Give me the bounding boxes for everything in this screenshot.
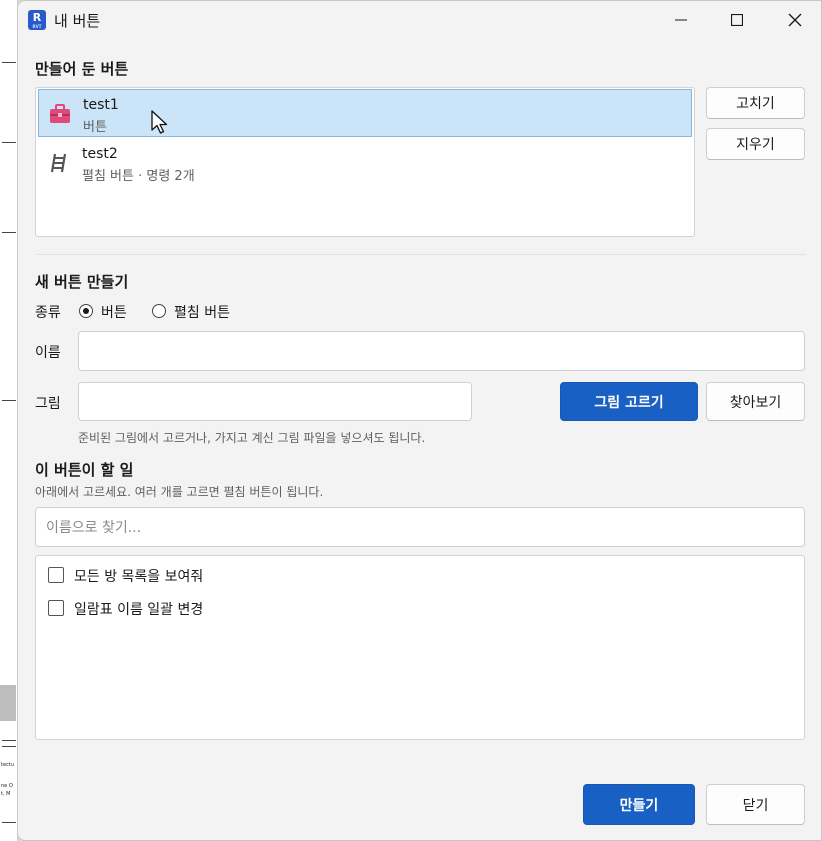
background-line xyxy=(2,746,16,747)
browse-button[interactable]: 찾아보기 xyxy=(706,382,805,421)
background-text: tectu xyxy=(1,762,14,768)
create-button[interactable]: 만들기 xyxy=(583,784,695,825)
my-buttons-dialog: R RVT 내 버튼 만들어 둔 버튼 test1 버튼 test2 펼침 버튼… xyxy=(17,0,822,841)
background-line xyxy=(2,822,16,823)
actions-heading: 이 버튼이 할 일 xyxy=(35,461,134,479)
command-checkbox[interactable] xyxy=(48,600,64,616)
kind-radio-dropdown[interactable] xyxy=(152,304,166,318)
edit-button[interactable]: 고치기 xyxy=(706,87,805,119)
app-icon-sub: RVT xyxy=(32,24,42,29)
command-list[interactable]: 모든 방 목록을 보여줘 일람표 이름 일괄 변경 xyxy=(35,555,805,740)
minimize-button[interactable] xyxy=(656,1,706,39)
mouse-cursor-icon xyxy=(151,110,168,134)
app-icon-letter: R xyxy=(32,11,42,24)
minimize-icon xyxy=(675,19,687,21)
close-icon xyxy=(788,13,802,27)
background-text: ne O xyxy=(1,783,13,789)
saved-buttons-list[interactable]: test1 버튼 test2 펼침 버튼 · 명령 2개 xyxy=(35,87,695,237)
background-window: tectu ne O t, M xyxy=(0,0,18,841)
name-field[interactable] xyxy=(78,331,805,371)
kind-label: 종류 xyxy=(35,305,61,321)
saved-buttons-heading: 만들어 둔 버튼 xyxy=(35,60,129,78)
background-block xyxy=(0,685,16,721)
image-field[interactable] xyxy=(78,382,472,421)
maximize-button[interactable] xyxy=(712,1,762,39)
list-item-subtitle: 펼침 버튼 · 명령 2개 xyxy=(82,169,195,184)
ladder-icon xyxy=(50,153,67,173)
close-dialog-button[interactable]: 닫기 xyxy=(706,784,805,825)
command-checkbox[interactable] xyxy=(48,567,64,583)
pick-image-button[interactable]: 그림 고르기 xyxy=(560,382,698,421)
close-button[interactable] xyxy=(770,1,820,39)
maximize-icon xyxy=(731,14,743,26)
section-divider xyxy=(36,254,806,255)
kind-option-label[interactable]: 펼침 버튼 xyxy=(174,302,230,322)
background-text: t, M xyxy=(1,791,11,797)
delete-button[interactable]: 지우기 xyxy=(706,128,805,160)
list-item-name: test1 xyxy=(83,97,119,113)
background-line xyxy=(2,400,16,401)
revit-app-icon: R RVT xyxy=(28,10,46,30)
command-search-input[interactable]: 이름으로 찾기... xyxy=(35,507,805,547)
actions-hint: 아래에서 고르세요. 여러 개를 고르면 펼침 버튼이 됩니다. xyxy=(35,485,324,499)
title-bar[interactable]: R RVT 내 버튼 xyxy=(18,1,821,39)
list-item[interactable]: test2 펼침 버튼 · 명령 2개 xyxy=(38,139,692,187)
background-line xyxy=(2,232,16,233)
list-item-name: test2 xyxy=(82,146,118,162)
background-line xyxy=(2,62,16,63)
background-line xyxy=(2,142,16,143)
image-label: 그림 xyxy=(35,396,61,412)
window-title: 내 버튼 xyxy=(54,12,101,30)
kind-radio-button[interactable] xyxy=(79,304,93,318)
kind-option-label[interactable]: 버튼 xyxy=(101,302,127,322)
name-label: 이름 xyxy=(35,345,61,361)
list-item[interactable]: test1 버튼 xyxy=(38,89,692,137)
background-line xyxy=(2,740,16,741)
command-label[interactable]: 모든 방 목록을 보여줘 xyxy=(74,566,203,586)
image-hint: 준비된 그림에서 고르거나, 가지고 계신 그림 파일을 넣으셔도 됩니다. xyxy=(78,431,426,445)
create-button-heading: 새 버튼 만들기 xyxy=(35,273,129,291)
toolbox-icon xyxy=(50,104,70,123)
command-label[interactable]: 일람표 이름 일괄 변경 xyxy=(74,599,203,619)
list-item-subtitle: 버튼 xyxy=(83,120,107,135)
